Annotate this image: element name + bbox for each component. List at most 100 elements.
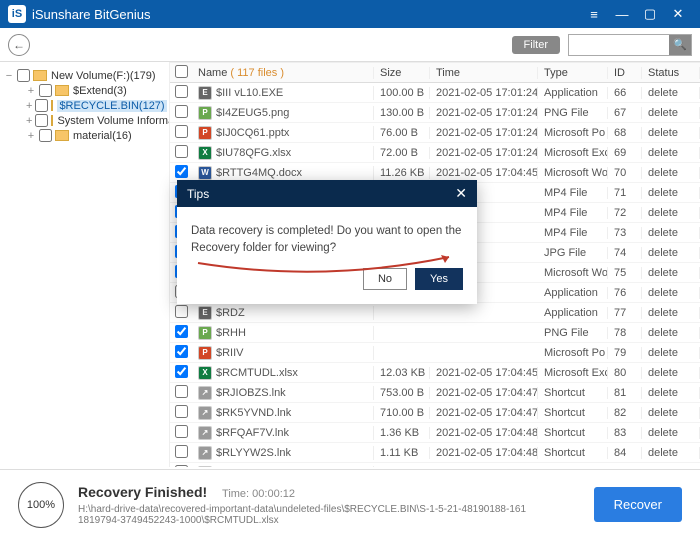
lnk-icon: ↗ [198,466,212,468]
file-status: delete [642,247,700,259]
folder-icon [55,85,69,96]
dialog-close-icon[interactable]: ✕ [455,185,467,202]
file-row[interactable]: P$IJ0CQ61.pptx76.00 B2021-02-05 17:01:24… [170,123,700,143]
file-type: Application [538,287,608,299]
file-status: delete [642,287,700,299]
col-status[interactable]: Status [642,67,700,79]
col-id[interactable]: ID [608,67,642,79]
file-time: 2021-02-05 17:04:45 [430,167,538,179]
twisty-icon[interactable]: − [4,70,14,82]
tree-checkbox[interactable] [35,99,48,112]
col-size[interactable]: Size [374,67,430,79]
tree-label[interactable]: $Extend(3) [73,85,127,97]
file-row[interactable]: X$IU78QFG.xlsx72.00 B2021-02-05 17:01:24… [170,143,700,163]
file-name: $RK5YVND.lnk [216,407,291,419]
file-row[interactable]: P$I4ZEUG5.png130.00 B2021-02-05 17:01:24… [170,103,700,123]
row-checkbox[interactable] [175,365,188,378]
tree-checkbox[interactable] [17,69,30,82]
back-button[interactable]: ← [8,34,30,56]
file-name: $RJIOBZS.lnk [216,387,286,399]
twisty-icon[interactable]: + [26,130,36,142]
file-size: 957.00 B [374,467,430,468]
col-name[interactable]: Name ( 117 files ) [192,67,374,79]
row-checkbox[interactable] [175,425,188,438]
tree-label[interactable]: $RECYCLE.BIN(127) [57,100,166,112]
file-id: 75 [608,267,642,279]
twisty-icon[interactable]: + [26,115,32,127]
twisty-icon[interactable]: + [26,100,32,112]
yes-button[interactable]: Yes [415,268,463,290]
select-all-checkbox[interactable] [175,65,188,78]
row-checkbox[interactable] [175,165,188,178]
file-type: JPG File [538,247,608,259]
menu-icon[interactable]: ≡ [580,7,608,22]
file-status: delete [642,407,700,419]
row-checkbox[interactable] [175,105,188,118]
file-size: 1.36 KB [374,427,430,439]
file-id: 68 [608,127,642,139]
row-checkbox[interactable] [175,385,188,398]
file-time: 2021-02-05 17:01:24 [430,87,538,99]
tree-checkbox[interactable] [39,84,52,97]
minimize-icon[interactable]: — [608,7,636,22]
row-checkbox[interactable] [175,405,188,418]
file-row[interactable]: ↗$RJIOBZS.lnk753.00 B2021-02-05 17:04:47… [170,383,700,403]
row-checkbox[interactable] [175,465,188,468]
toolbar: ← Filter 🔍 [0,28,700,62]
folder-icon [51,100,53,111]
file-row[interactable]: E$RDZApplication77delete [170,303,700,323]
maximize-icon[interactable]: ▢ [636,6,664,22]
file-status: delete [642,207,700,219]
file-status: delete [642,127,700,139]
row-checkbox[interactable] [175,125,188,138]
file-name: $IU78QFG.xlsx [216,147,291,159]
file-row[interactable]: ↗$RFQAF7V.lnk1.36 KB2021-02-05 17:04:48S… [170,423,700,443]
tree-label[interactable]: material(16) [73,130,132,142]
col-time[interactable]: Time [430,67,538,79]
file-status: delete [642,367,700,379]
file-type: MP4 File [538,187,608,199]
file-row[interactable]: ↗$RLYYW2S.lnk1.11 KB2021-02-05 17:04:48S… [170,443,700,463]
dialog-title: Tips [187,187,455,201]
tree-child[interactable]: + $Extend(3) [4,83,165,98]
pptx-icon: P [198,126,212,140]
twisty-icon[interactable]: + [26,85,36,97]
tree-root[interactable]: − New Volume(F:)(179) [4,68,165,83]
row-checkbox[interactable] [175,145,188,158]
row-checkbox[interactable] [175,445,188,458]
file-status: delete [642,327,700,339]
xlsx-icon: X [198,146,212,160]
exe-icon: E [198,306,212,320]
file-time: 2021-02-05 17:01:24 [430,107,538,119]
col-type[interactable]: Type [538,67,608,79]
tree-checkbox[interactable] [39,129,52,142]
search-input[interactable] [569,36,669,54]
file-row[interactable]: E$III vL10.EXE100.00 B2021-02-05 17:01:2… [170,83,700,103]
close-icon[interactable]: ✕ [664,6,692,22]
tree-child[interactable]: + material(16) [4,128,165,143]
folder-tree: − New Volume(F:)(179) + $Extend(3) + $RECYC… [0,62,170,467]
row-checkbox[interactable] [175,325,188,338]
file-row[interactable]: P$RHHPNG File78delete [170,323,700,343]
file-row[interactable]: P$RIIVMicrosoft Po79delete [170,343,700,363]
tree-label[interactable]: System Volume Information(20) [57,115,170,127]
file-id: 82 [608,407,642,419]
tree-label[interactable]: New Volume(F:)(179) [51,70,156,82]
row-checkbox[interactable] [175,85,188,98]
search-icon[interactable]: 🔍 [669,35,691,55]
row-checkbox[interactable] [175,305,188,318]
tree-checkbox[interactable] [35,114,48,127]
file-status: delete [642,147,700,159]
filter-button[interactable]: Filter [512,36,560,54]
file-type: Microsoft Exc [538,147,608,159]
file-row[interactable]: ↗$RHMNVIM.lnk957.00 B2021-02-05 17:04:48… [170,463,700,467]
no-button[interactable]: No [363,268,407,290]
recover-button[interactable]: Recover [594,487,682,522]
row-checkbox[interactable] [175,345,188,358]
file-row[interactable]: ↗$RK5YVND.lnk710.00 B2021-02-05 17:04:47… [170,403,700,423]
tree-child[interactable]: + $RECYCLE.BIN(127) [4,98,165,113]
file-name: $RHH [216,327,246,339]
file-row[interactable]: X$RCMTUDL.xlsx12.03 KB2021-02-05 17:04:4… [170,363,700,383]
tree-child[interactable]: +System Volume Information(20) [4,113,165,128]
dialog-header[interactable]: Tips ✕ [177,180,477,207]
